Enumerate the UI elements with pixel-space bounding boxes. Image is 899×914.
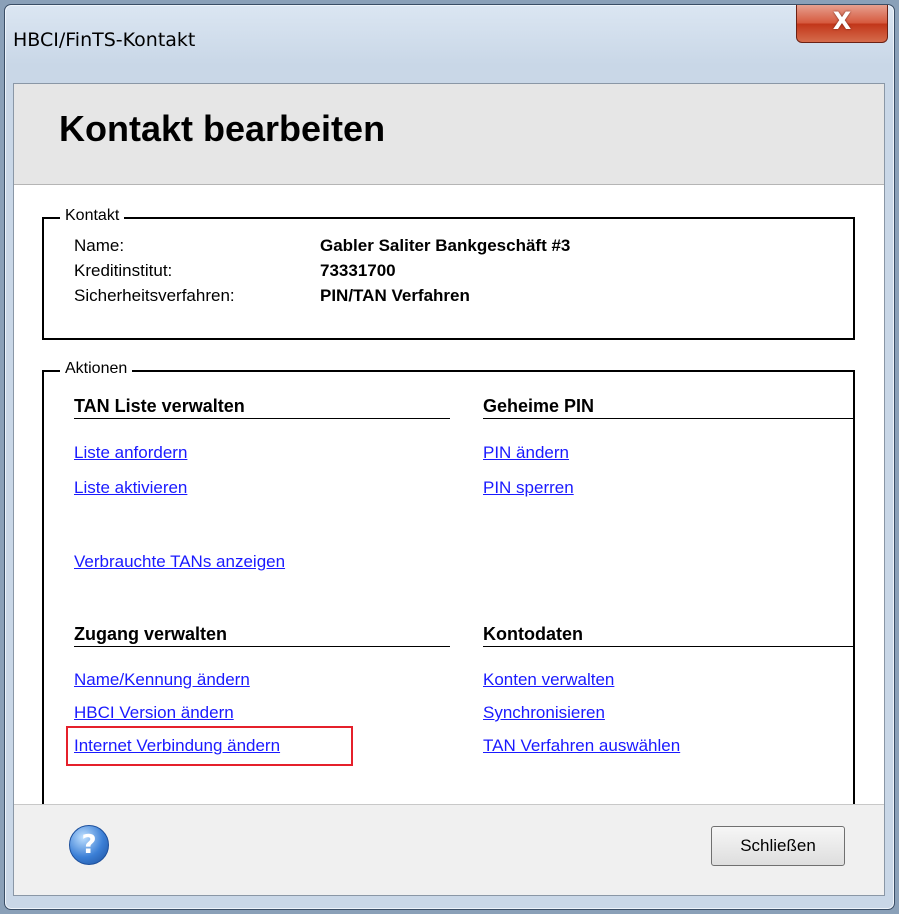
geheime-pin-divider [483,418,855,419]
liste-anfordern-link[interactable]: Liste anfordern [74,443,187,463]
zugang-heading: Zugang verwalten [74,624,228,644]
name-label: Name: [74,236,125,255]
pin-sperren-link[interactable]: PIN sperren [483,478,574,498]
footer-bar: ? Schließen [14,804,884,895]
sicherheitsverfahren-label: Sicherheitsverfahren: [74,286,235,305]
synchronisieren-link[interactable]: Synchronisieren [483,703,605,723]
header-banner: Kontakt bearbeiten [14,84,884,185]
liste-aktivieren-link[interactable]: Liste aktivieren [74,478,187,498]
schliessen-button[interactable]: Schließen [711,826,845,866]
verbrauchte-tans-link[interactable]: Verbrauchte TANs anzeigen [74,552,285,572]
konten-verwalten-link[interactable]: Konten verwalten [483,670,614,690]
help-icon[interactable]: ? [69,825,109,865]
window-title: HBCI/FinTS-Kontakt [13,29,196,51]
kontakt-group: Kontakt Name: Gabler Saliter Bankgeschäf… [42,207,855,340]
kontodaten-divider [483,646,855,647]
kreditinstitut-label: Kreditinstitut: [74,261,173,280]
name-kennung-link[interactable]: Name/Kennung ändern [74,670,250,690]
dialog-content: Kontakt bearbeiten Kontakt Name: Gabler … [13,83,885,896]
sicherheitsverfahren-value: PIN/TAN Verfahren [320,286,470,305]
pin-aendern-link[interactable]: PIN ändern [483,443,569,463]
aktionen-legend: Aktionen [60,360,133,378]
kreditinstitut-value: 73331700 [320,261,396,280]
aktionen-group: Aktionen TAN Liste verwalten Liste anfor… [42,360,855,812]
tan-liste-heading: TAN Liste verwalten [74,396,245,416]
highlight-box [66,726,353,766]
title-bar[interactable]: HBCI/FinTS-Kontakt X [5,5,894,83]
kontakt-legend: Kontakt [60,207,125,225]
window-close-button[interactable]: X [796,5,888,43]
tan-liste-divider [74,418,450,419]
close-icon: X [832,7,852,35]
tan-verfahren-link[interactable]: TAN Verfahren auswählen [483,736,680,756]
name-value: Gabler Saliter Bankgeschäft #3 [320,236,571,255]
kontodaten-heading: Kontodaten [483,624,583,644]
page-title: Kontakt bearbeiten [59,108,386,149]
zugang-divider [74,646,450,647]
hbci-version-link[interactable]: HBCI Version ändern [74,703,234,723]
geheime-pin-heading: Geheime PIN [483,396,595,416]
dialog-window: HBCI/FinTS-Kontakt X Kontakt bearbeiten … [4,4,895,910]
